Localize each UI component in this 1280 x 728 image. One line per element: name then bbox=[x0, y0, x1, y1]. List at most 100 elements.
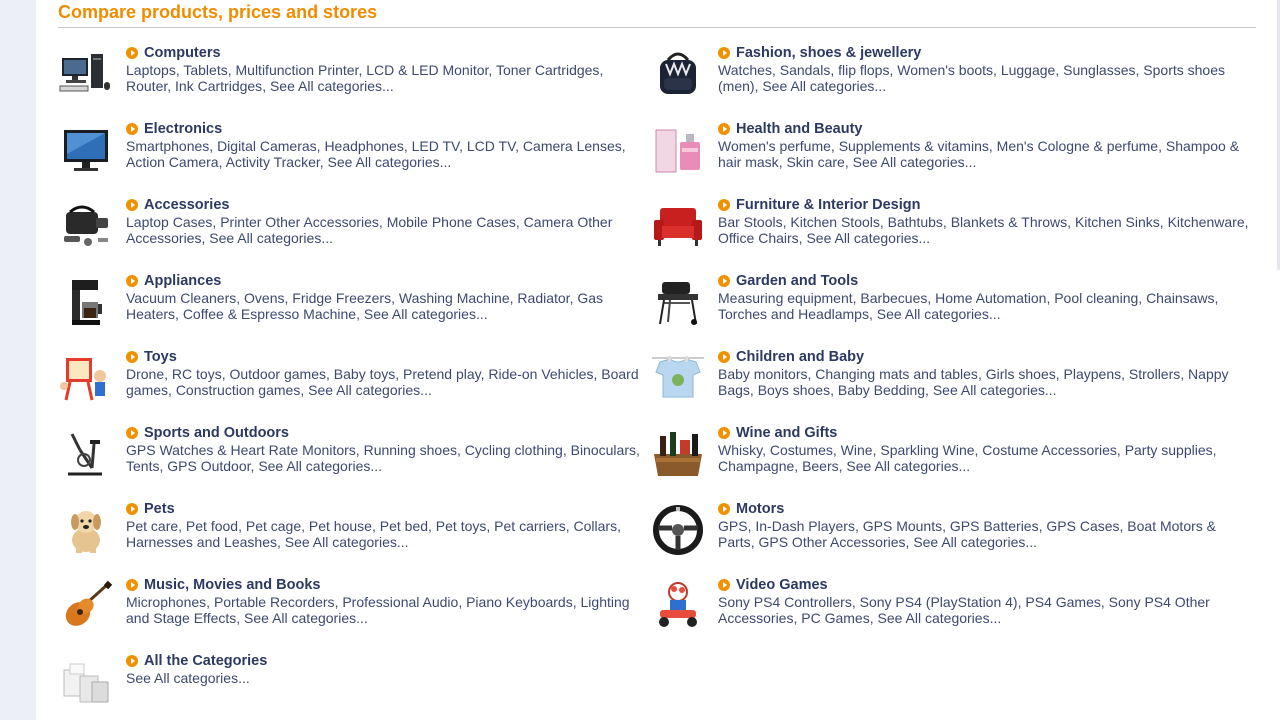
subcategory-link[interactable]: Printer Other Accessories bbox=[220, 214, 379, 230]
subcategory-link[interactable]: Pet toys bbox=[436, 518, 487, 534]
see-all-categories-link[interactable]: See All categories... bbox=[762, 78, 886, 94]
category-title-link[interactable]: Health and Beauty bbox=[736, 121, 863, 137]
subcategory-link[interactable]: Digital Cameras bbox=[217, 138, 317, 154]
subcategory-link[interactable]: Barbecues bbox=[860, 290, 927, 306]
subcategory-link[interactable]: Pet cage bbox=[246, 518, 301, 534]
subcategory-link[interactable]: Baby toys bbox=[334, 366, 395, 382]
subcategory-link[interactable]: Sandals bbox=[780, 62, 831, 78]
exercise-bike-icon[interactable] bbox=[58, 428, 114, 480]
category-title-link[interactable]: Furniture & Interior Design bbox=[736, 197, 921, 213]
subcategory-link[interactable]: Fridge Freezers bbox=[292, 290, 391, 306]
subcategory-link[interactable]: Baby monitors bbox=[718, 366, 807, 382]
subcategory-link[interactable]: Laptops bbox=[126, 62, 176, 78]
subcategory-link[interactable]: Kitchenware bbox=[1168, 214, 1245, 230]
subcategory-link[interactable]: Boys shoes bbox=[758, 382, 830, 398]
subcategory-link[interactable]: Women's perfume bbox=[718, 138, 831, 154]
subcategory-link[interactable]: Strollers bbox=[1129, 366, 1180, 382]
subcategory-link[interactable]: Costumes bbox=[770, 442, 833, 458]
baby-shirt-icon[interactable] bbox=[650, 352, 706, 404]
armchair-icon[interactable] bbox=[650, 200, 706, 252]
subcategory-link[interactable]: Watches bbox=[718, 62, 772, 78]
camera-bag-icon[interactable] bbox=[58, 200, 114, 252]
subcategory-link[interactable]: flip flops bbox=[838, 62, 889, 78]
subcategory-link[interactable]: GPS bbox=[718, 518, 748, 534]
category-title-link[interactable]: Wine and Gifts bbox=[736, 425, 837, 441]
see-all-categories-link[interactable]: See All categories... bbox=[853, 154, 977, 170]
subcategory-link[interactable]: Tents bbox=[126, 458, 159, 474]
subcategory-link[interactable]: Home Automation bbox=[935, 290, 1046, 306]
subcategory-link[interactable]: Pet carriers bbox=[494, 518, 566, 534]
subcategory-link[interactable]: Ink Cartridges bbox=[175, 78, 262, 94]
subcategory-link[interactable]: LED TV bbox=[412, 138, 459, 154]
subcategory-link[interactable]: Piano Keyboards bbox=[466, 594, 573, 610]
see-all-categories-link[interactable]: See All categories... bbox=[328, 154, 452, 170]
subcategory-link[interactable]: Pet bed bbox=[380, 518, 428, 534]
coffee-maker-icon[interactable] bbox=[58, 276, 114, 328]
guitar-icon[interactable] bbox=[58, 580, 114, 632]
subcategory-link[interactable]: Radiator bbox=[517, 290, 569, 306]
subcategory-link[interactable]: In-Dash Players bbox=[755, 518, 855, 534]
category-title-link[interactable]: Accessories bbox=[144, 197, 229, 213]
category-title-link[interactable]: Fashion, shoes & jewellery bbox=[736, 45, 921, 61]
subcategory-link[interactable]: Headphones bbox=[324, 138, 403, 154]
subcategory-link[interactable]: Playpens bbox=[1064, 366, 1122, 382]
see-all-categories-link[interactable]: See All categories... bbox=[877, 306, 1001, 322]
category-title-link[interactable]: Toys bbox=[144, 349, 177, 365]
subcategory-link[interactable]: Cycling clothing bbox=[465, 442, 563, 458]
computer-icon[interactable] bbox=[58, 48, 114, 100]
subcategory-link[interactable]: Office Chairs bbox=[718, 230, 799, 246]
subcategory-link[interactable]: Laptop Cases bbox=[126, 214, 212, 230]
subcategory-link[interactable]: Bar Stools bbox=[718, 214, 783, 230]
subcategory-link[interactable]: Wine bbox=[841, 442, 873, 458]
subcategory-link[interactable]: GPS Cases bbox=[1046, 518, 1119, 534]
subcategory-link[interactable]: Ride-on Vehicles bbox=[488, 366, 593, 382]
subcategory-link[interactable]: Ovens bbox=[244, 290, 284, 306]
category-title-link[interactable]: Video Games bbox=[736, 577, 828, 593]
barbecue-icon[interactable] bbox=[650, 276, 706, 328]
perfume-icon[interactable] bbox=[650, 124, 706, 176]
subcategory-link[interactable]: Microphones bbox=[126, 594, 206, 610]
category-title-link[interactable]: Children and Baby bbox=[736, 349, 864, 365]
subcategory-link[interactable]: Vacuum Cleaners bbox=[126, 290, 236, 306]
see-all-categories-link[interactable]: See All categories... bbox=[913, 534, 1037, 550]
see-all-categories-link[interactable]: See All categories... bbox=[364, 306, 488, 322]
subcategory-link[interactable]: Supplements & vitamins bbox=[839, 138, 989, 154]
subcategory-link[interactable]: Drone bbox=[126, 366, 164, 382]
subcategory-link[interactable]: Whisky bbox=[718, 442, 762, 458]
subcategory-link[interactable]: Costume Accessories bbox=[982, 442, 1117, 458]
subcategory-link[interactable]: Binoculars bbox=[571, 442, 636, 458]
see-all-categories-link[interactable]: See All categories... bbox=[878, 610, 1002, 626]
subcategory-link[interactable]: Pet care bbox=[126, 518, 178, 534]
subcategory-link[interactable]: Multifunction Printer bbox=[236, 62, 359, 78]
subcategory-link[interactable]: Men's Cologne & perfume bbox=[997, 138, 1158, 154]
see-all-categories-link[interactable]: See All categories... bbox=[846, 458, 970, 474]
see-all-categories-link[interactable]: See All categories... bbox=[933, 382, 1057, 398]
puppy-icon[interactable] bbox=[58, 504, 114, 556]
subcategory-link[interactable]: GPS Watches & Heart Rate Monitors bbox=[126, 442, 356, 458]
subcategory-link[interactable]: LCD & LED Monitor bbox=[366, 62, 488, 78]
subcategory-link[interactable]: GPS Mounts bbox=[863, 518, 942, 534]
subcategory-link[interactable]: PC Games bbox=[801, 610, 869, 626]
subcategory-link[interactable]: Party supplies bbox=[1125, 442, 1213, 458]
subcategory-link[interactable]: Mobile Phone Cases bbox=[387, 214, 516, 230]
subcategory-link[interactable]: Construction games bbox=[176, 382, 301, 398]
gift-basket-icon[interactable] bbox=[650, 428, 706, 480]
subcategory-link[interactable]: Sunglasses bbox=[1063, 62, 1135, 78]
subcategory-link[interactable]: RC toys bbox=[172, 366, 222, 382]
subcategory-link[interactable]: Activity Tracker bbox=[226, 154, 320, 170]
subcategory-link[interactable]: Outdoor games bbox=[230, 366, 327, 382]
subcategory-link[interactable]: Sony PS4 (PlayStation 4) bbox=[860, 594, 1018, 610]
subcategory-link[interactable]: Smartphones bbox=[126, 138, 209, 154]
subcategory-link[interactable]: PS4 Games bbox=[1025, 594, 1100, 610]
see-all-categories-link[interactable]: See All categories... bbox=[308, 382, 432, 398]
category-title-link[interactable]: Sports and Outdoors bbox=[144, 425, 289, 441]
subcategory-link[interactable]: Professional Audio bbox=[342, 594, 458, 610]
subcategory-link[interactable]: Coffee & Espresso Machine bbox=[183, 306, 356, 322]
subcategory-link[interactable]: Washing Machine bbox=[399, 290, 510, 306]
toys-icon[interactable] bbox=[58, 352, 114, 404]
subcategory-link[interactable]: Camera Lenses bbox=[523, 138, 622, 154]
subcategory-link[interactable]: Pool cleaning bbox=[1054, 290, 1138, 306]
subcategory-link[interactable]: GPS Outdoor bbox=[167, 458, 250, 474]
subcategory-link[interactable]: Blankets & Throws bbox=[951, 214, 1067, 230]
subcategory-link[interactable]: Collars bbox=[574, 518, 618, 534]
